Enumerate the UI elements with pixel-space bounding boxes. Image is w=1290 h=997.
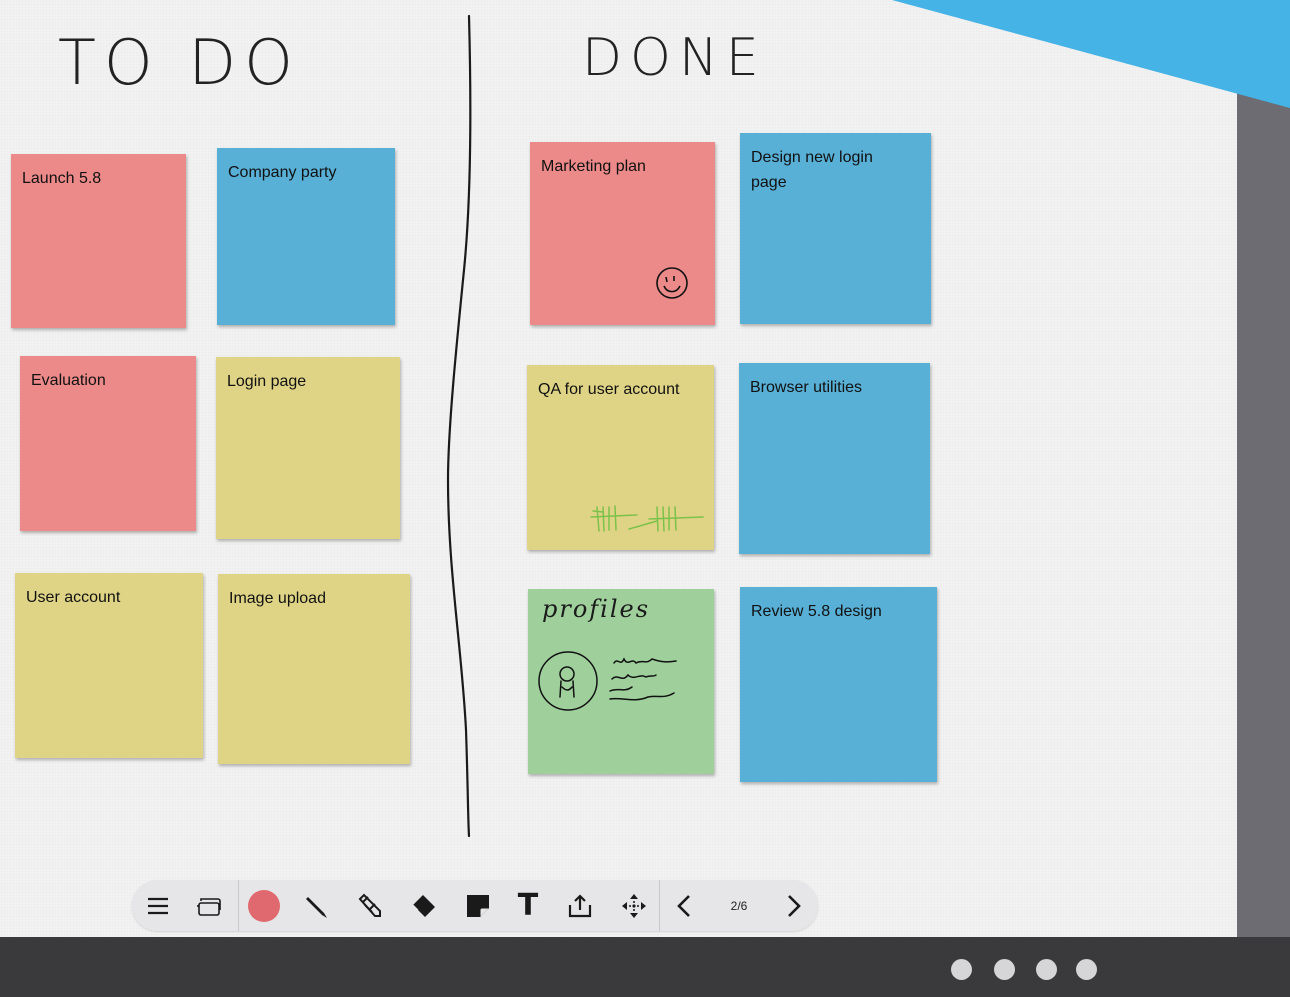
sticky-note-login-page[interactable]: Login page <box>216 357 400 539</box>
drawing-toolbar: T 2/6 <box>132 880 818 931</box>
done-heading: DONE <box>582 28 767 88</box>
note-label: Image upload <box>229 590 326 607</box>
eraser-tool-button[interactable] <box>406 880 442 931</box>
note-label: profiles <box>542 595 651 623</box>
page-indicator: 2/6 <box>730 898 748 913</box>
sticky-note-qa-user-account[interactable]: QA for user account <box>527 365 714 550</box>
sticky-note-design-login[interactable]: Design new login page <box>740 133 931 324</box>
text-icon: T <box>517 887 539 923</box>
note-label: QA for user account <box>538 381 680 398</box>
pager-dot[interactable] <box>1036 959 1057 980</box>
move-icon <box>622 893 646 918</box>
note-label: Marketing plan <box>541 158 646 175</box>
pen-icon <box>306 896 327 918</box>
pages-button[interactable] <box>190 880 226 931</box>
menu-button[interactable] <box>142 880 174 931</box>
toolbar-separator <box>659 880 660 931</box>
toolbar-separator <box>238 880 239 931</box>
previous-page-button[interactable] <box>668 880 700 931</box>
share-button[interactable] <box>562 880 598 931</box>
note-label: Company party <box>228 164 337 181</box>
smiley-doodle-icon <box>656 267 688 299</box>
menu-icon <box>148 897 168 914</box>
eraser-icon <box>412 894 435 917</box>
note-label: Login page <box>227 373 307 390</box>
tally-marks-doodle-icon <box>590 505 704 532</box>
pages-icon <box>197 897 221 916</box>
sticky-note-profiles[interactable]: profiles <box>528 589 714 774</box>
todo-heading: TO DO <box>58 26 301 99</box>
sticky-note-launch[interactable]: Launch 5.8 <box>11 154 186 328</box>
pager-dot[interactable] <box>1076 959 1097 980</box>
sticky-note-browser-utilities[interactable]: Browser utilities <box>739 363 930 554</box>
marker-icon <box>358 893 381 917</box>
next-page-icon <box>788 894 801 917</box>
whiteboard-canvas[interactable]: TO DO DONE Launch 5.8 Company party Eval… <box>0 0 1237 937</box>
note-label: Launch 5.8 <box>22 170 102 187</box>
previous-page-icon <box>677 894 690 917</box>
side-panel <box>1237 0 1290 937</box>
pager-dot[interactable] <box>951 959 972 980</box>
sticky-note-evaluation[interactable]: Evaluation <box>20 356 196 531</box>
marker-tool-button[interactable] <box>352 880 388 931</box>
pager-dot[interactable] <box>994 959 1015 980</box>
column-divider-line <box>446 14 472 838</box>
move-tool-button[interactable] <box>616 880 652 931</box>
sticky-note-marketing-plan[interactable]: Marketing plan <box>530 142 715 325</box>
sticky-note-user-account[interactable]: User account <box>15 573 203 758</box>
pen-tool-button[interactable] <box>298 880 334 931</box>
next-page-button[interactable] <box>778 880 810 931</box>
share-icon <box>568 893 592 917</box>
sticky-note-review-design[interactable]: Review 5.8 design <box>740 587 937 782</box>
sticky-note-icon <box>467 894 489 917</box>
note-label: Review 5.8 design <box>751 603 882 620</box>
note-label: Evaluation <box>31 372 106 389</box>
sticky-note-tool-button[interactable] <box>460 880 496 931</box>
note-label: Design new login page <box>751 149 873 191</box>
text-tool-button[interactable]: T <box>510 880 546 931</box>
current-color-swatch <box>248 889 280 922</box>
color-picker-button[interactable] <box>245 880 283 931</box>
note-label: User account <box>26 589 121 606</box>
sticky-note-image-upload[interactable]: Image upload <box>218 574 410 764</box>
sticky-note-company-party[interactable]: Company party <box>217 148 395 325</box>
profile-sketch-doodle-icon <box>538 651 677 711</box>
note-label: Browser utilities <box>750 379 863 396</box>
